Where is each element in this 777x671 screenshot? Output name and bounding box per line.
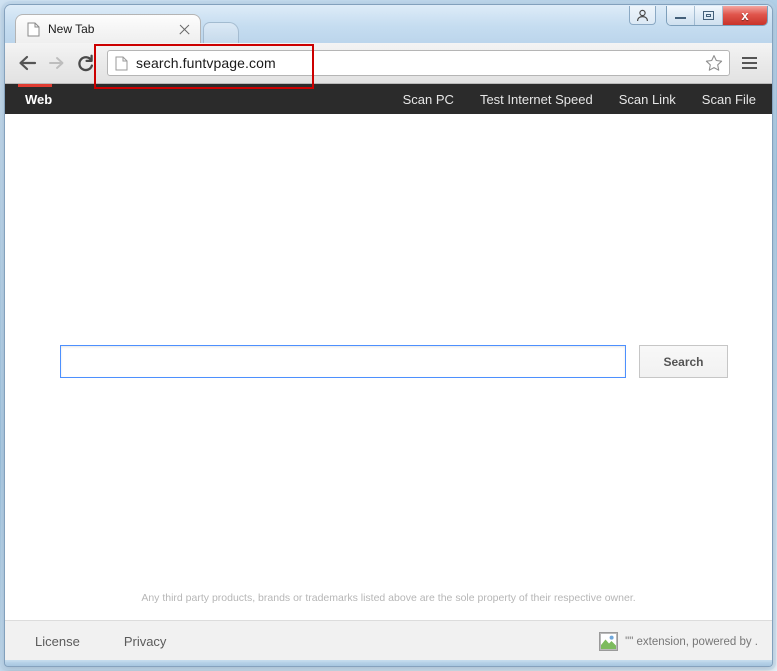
bookmark-star-icon[interactable] — [705, 54, 723, 72]
tab-title: New Tab — [48, 22, 95, 36]
close-window-button[interactable]: x — [723, 6, 767, 25]
forward-button[interactable] — [42, 49, 71, 78]
site-main-area: Search Any third party products, brands … — [5, 114, 772, 620]
broken-image-icon — [599, 632, 619, 651]
minimize-button[interactable] — [667, 6, 695, 25]
site-navigation-bar: Web Scan PC Test Internet Speed Scan Lin… — [5, 84, 772, 114]
search-button[interactable]: Search — [639, 345, 728, 378]
window-button-group: x — [666, 6, 768, 26]
site-brand-web-tab[interactable]: Web — [5, 84, 68, 114]
search-row: Search — [60, 345, 728, 378]
nav-link-scan-file[interactable]: Scan File — [702, 92, 756, 107]
back-button[interactable] — [13, 49, 42, 78]
site-footer: License Privacy "" extension, powered by… — [5, 620, 772, 662]
hamburger-line — [741, 67, 757, 69]
browser-window: New Tab x search.funtvpage.com Web Scan … — [4, 4, 773, 667]
desktop-background: New Tab x search.funtvpage.com Web Scan … — [0, 0, 777, 671]
nav-link-test-internet-speed[interactable]: Test Internet Speed — [480, 92, 593, 107]
maximize-icon — [703, 11, 714, 20]
nav-link-scan-link[interactable]: Scan Link — [619, 92, 676, 107]
browser-toolbar: search.funtvpage.com — [5, 43, 772, 84]
page-icon — [27, 22, 40, 37]
footer-link-license[interactable]: License — [35, 634, 80, 649]
footer-links: License Privacy — [35, 634, 166, 649]
site-brand-label: Web — [25, 91, 53, 107]
window-bottom-edge — [5, 660, 772, 666]
page-icon — [115, 56, 128, 71]
close-icon[interactable] — [177, 22, 192, 37]
user-account-icon[interactable] — [629, 6, 656, 25]
search-input[interactable] — [60, 345, 626, 378]
third-party-disclaimer: Any third party products, brands or trad… — [141, 592, 636, 604]
minimize-icon — [675, 12, 686, 19]
footer-link-privacy[interactable]: Privacy — [124, 634, 167, 649]
extension-credit-text: "" extension, powered by . — [625, 635, 758, 648]
maximize-button[interactable] — [695, 6, 723, 25]
page-content: Web Scan PC Test Internet Speed Scan Lin… — [5, 84, 772, 662]
site-nav-links: Scan PC Test Internet Speed Scan Link Sc… — [403, 84, 772, 114]
reload-button[interactable] — [71, 49, 100, 78]
browser-menu-button[interactable] — [736, 50, 762, 76]
browser-titlebar: New Tab x — [5, 5, 772, 43]
tab-strip: New Tab — [15, 14, 239, 43]
window-controls: x — [629, 6, 768, 26]
footer-extension-credit: "" extension, powered by . — [599, 632, 758, 651]
address-bar-url: search.funtvpage.com — [136, 55, 276, 71]
hamburger-line — [741, 62, 757, 64]
close-icon: x — [741, 8, 749, 23]
nav-link-scan-pc[interactable]: Scan PC — [403, 92, 454, 107]
hamburger-line — [741, 57, 757, 59]
address-bar[interactable]: search.funtvpage.com — [107, 50, 730, 76]
browser-tab[interactable]: New Tab — [15, 14, 201, 43]
new-tab-button[interactable] — [203, 22, 239, 43]
